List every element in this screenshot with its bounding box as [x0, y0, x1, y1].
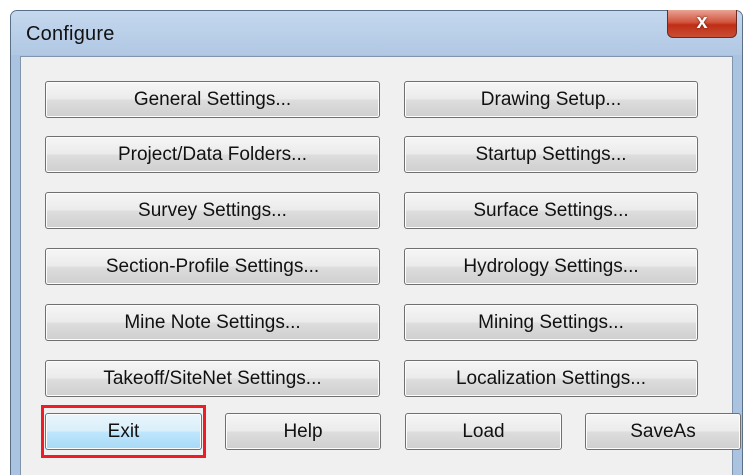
close-button[interactable]: x: [667, 10, 737, 38]
surface-settings-button[interactable]: Surface Settings...: [404, 192, 698, 229]
startup-settings-button[interactable]: Startup Settings...: [404, 136, 698, 173]
section-profile-settings-button[interactable]: Section-Profile Settings...: [45, 248, 380, 285]
saveas-button[interactable]: SaveAs: [585, 413, 741, 450]
mine-note-settings-button[interactable]: Mine Note Settings...: [45, 304, 380, 341]
window-title: Configure: [26, 23, 115, 45]
load-button[interactable]: Load: [405, 413, 562, 450]
exit-highlight-box: [41, 405, 206, 458]
takeoff-sitenet-settings-button[interactable]: Takeoff/SiteNet Settings...: [45, 360, 380, 397]
title-bar: Configure x: [11, 10, 742, 55]
survey-settings-button[interactable]: Survey Settings...: [45, 192, 380, 229]
close-icon: x: [696, 11, 708, 33]
general-settings-button[interactable]: General Settings...: [45, 81, 380, 118]
drawing-setup-button[interactable]: Drawing Setup...: [404, 81, 698, 118]
mining-settings-button[interactable]: Mining Settings...: [404, 304, 698, 341]
project-data-folders-button[interactable]: Project/Data Folders...: [45, 136, 380, 173]
help-button[interactable]: Help: [225, 413, 381, 450]
hydrology-settings-button[interactable]: Hydrology Settings...: [404, 248, 698, 285]
localization-settings-button[interactable]: Localization Settings...: [404, 360, 698, 397]
